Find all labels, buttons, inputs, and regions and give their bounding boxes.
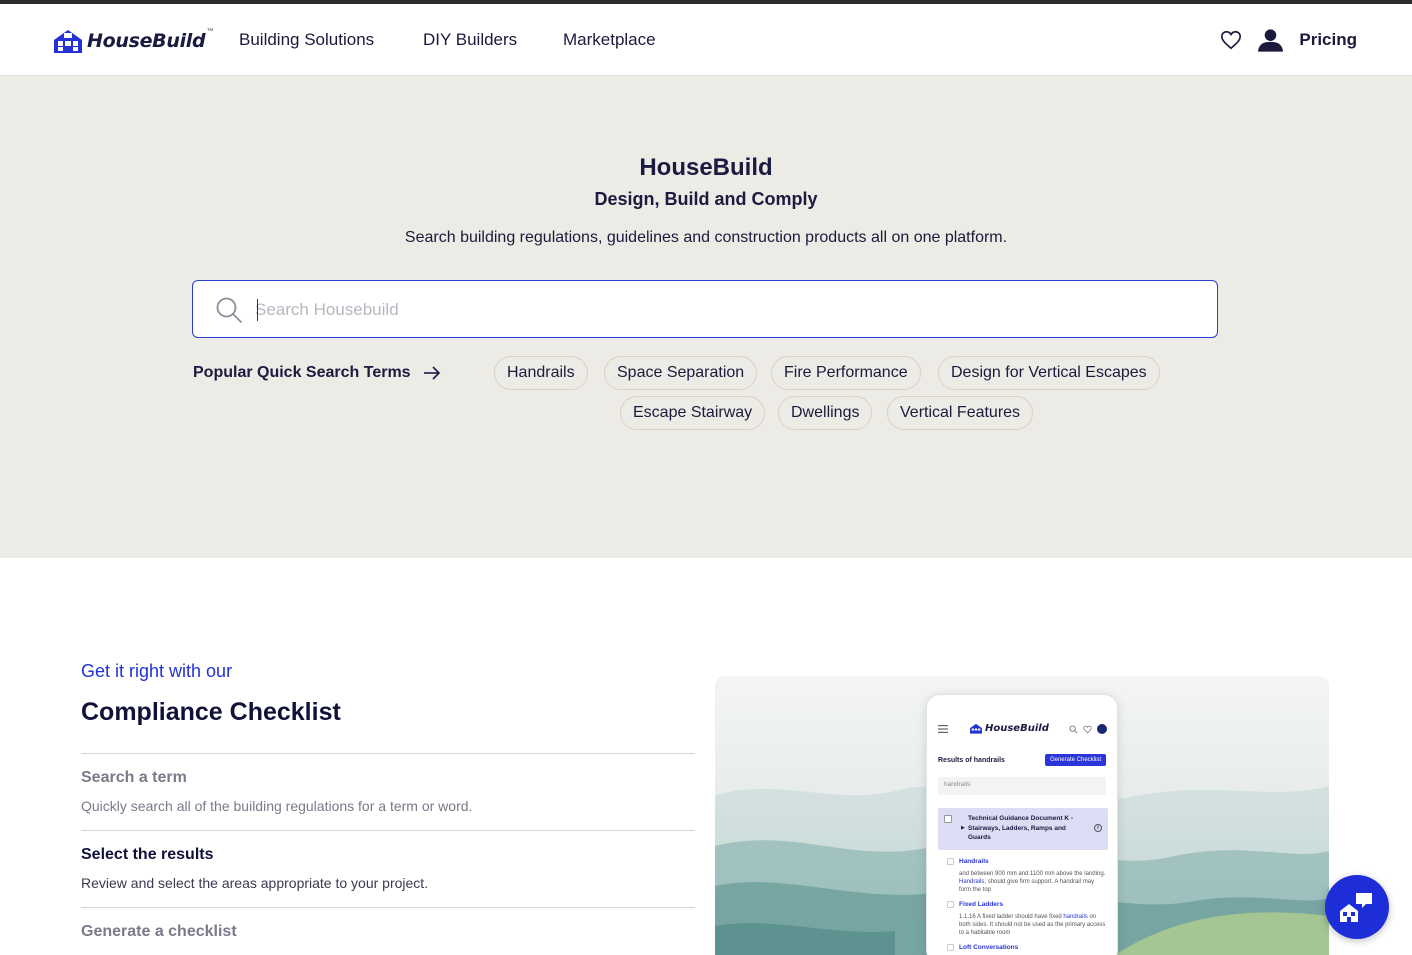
heart-icon (1083, 725, 1092, 733)
preview-results-label: Results of handrails (938, 757, 1005, 764)
nav-marketplace[interactable]: Marketplace (563, 30, 656, 50)
nav-building-solutions[interactable]: Building Solutions (239, 30, 374, 50)
avatar (1097, 724, 1107, 734)
step-description: Quickly search all of the building regul… (81, 798, 473, 814)
section-title: Compliance Checklist (81, 698, 341, 726)
site-header: HouseBuild ™ Building Solutions DIY Buil… (0, 4, 1412, 76)
chip-design-for-vertical-escapes[interactable]: Design for Vertical Escapes (938, 356, 1160, 390)
checkbox (947, 901, 954, 908)
preview-generate-button: Generate Checklist (1044, 754, 1106, 766)
logo-trademark: ™ (206, 28, 214, 35)
preview-item-title: Handrails (959, 858, 989, 865)
nav-diy-builders[interactable]: DIY Builders (423, 30, 517, 50)
hero-title: HouseBuild (639, 154, 773, 181)
step-search-a-term[interactable]: Search a term Quickly search all of the … (81, 753, 695, 814)
house-logo-icon (970, 723, 982, 734)
checkbox (947, 944, 954, 951)
search-icon (1069, 724, 1078, 733)
chip-escape-stairway[interactable]: Escape Stairway (620, 396, 766, 430)
house-logo-icon (54, 30, 82, 53)
compliance-checklist-section: Get it right with our Compliance Checkli… (0, 558, 1412, 955)
section-kicker: Get it right with our (81, 661, 233, 681)
step-select-the-results[interactable]: Select the results Review and select the… (81, 830, 695, 891)
step-description: Review and select the areas appropriate … (81, 875, 429, 891)
heart-icon[interactable] (1220, 29, 1242, 51)
preview-item-title: Fixed Ladders (959, 901, 1004, 908)
search-box[interactable] (192, 280, 1218, 338)
chip-vertical-features[interactable]: Vertical Features (887, 396, 1034, 430)
step-title: Search a term (81, 769, 187, 786)
step-title: Generate a checklist (81, 923, 237, 940)
caret-right-icon: ▶ (961, 825, 965, 831)
menu-icon (938, 725, 948, 733)
preview-logo: HouseBuild (969, 723, 1049, 734)
info-icon: i (1094, 824, 1102, 832)
preview-result-item: Fixed Ladders 1.1.16 A fixed ladder shou… (947, 901, 1107, 937)
text-caret (257, 299, 258, 321)
hero-subtitle: Design, Build and Comply (594, 189, 818, 209)
preview-document-row: ▶ Technical Guidance Document K - Stairw… (938, 808, 1108, 850)
chip-dwellings[interactable]: Dwellings (778, 396, 873, 430)
checkbox (947, 858, 954, 865)
user-icon[interactable] (1257, 28, 1284, 52)
preview-result-item: Loft Conversations (947, 944, 1107, 955)
arrow-right-icon (423, 366, 440, 380)
logo-text: HouseBuild (87, 30, 206, 52)
step-title: Select the results (81, 846, 214, 863)
header-actions: Pricing (1220, 26, 1357, 54)
preview-item-body: and between 900 mm and 1100 mm above the… (959, 871, 1106, 893)
phone-mockup: HouseBuild Results of handrails Generate… (926, 694, 1118, 955)
chat-button[interactable] (1325, 875, 1389, 939)
chat-house-icon (1340, 893, 1372, 922)
pricing-link[interactable]: Pricing (1299, 30, 1357, 50)
chip-fire-performance[interactable]: Fire Performance (771, 356, 921, 390)
popular-quick-search-link[interactable]: Popular Quick Search Terms (193, 364, 441, 382)
preview-header-icons (1069, 724, 1107, 734)
preview-document-title: Technical Guidance Document K - Stairway… (968, 815, 1073, 841)
chip-handrails[interactable]: Handrails (494, 356, 588, 390)
housebuild-logo[interactable]: HouseBuild ™ (52, 26, 213, 56)
hero-section: HouseBuild Design, Build and Comply Sear… (0, 76, 1412, 558)
checkbox (944, 815, 952, 823)
preview-item-body: 1.1.16 A fixed ladder should have fixed … (959, 914, 1106, 936)
hero-description: Search building regulations, guidelines … (404, 229, 1008, 246)
search-input[interactable] (255, 295, 1195, 325)
quick-search-label: Popular Quick Search Terms (193, 364, 411, 381)
step-generate-a-checklist[interactable]: Generate a checklist (81, 907, 695, 941)
checklist-preview-image: HouseBuild Results of handrails Generate… (715, 676, 1329, 955)
search-icon (216, 297, 242, 323)
preview-item-title: Loft Conversations (959, 944, 1019, 951)
preview-result-item: Handrails and between 900 mm and 1100 mm… (947, 858, 1107, 894)
preview-search-field: handrails (938, 777, 1106, 795)
chip-space-separation[interactable]: Space Separation (604, 356, 758, 390)
preview-logo-text: HouseBuild (985, 723, 1049, 734)
